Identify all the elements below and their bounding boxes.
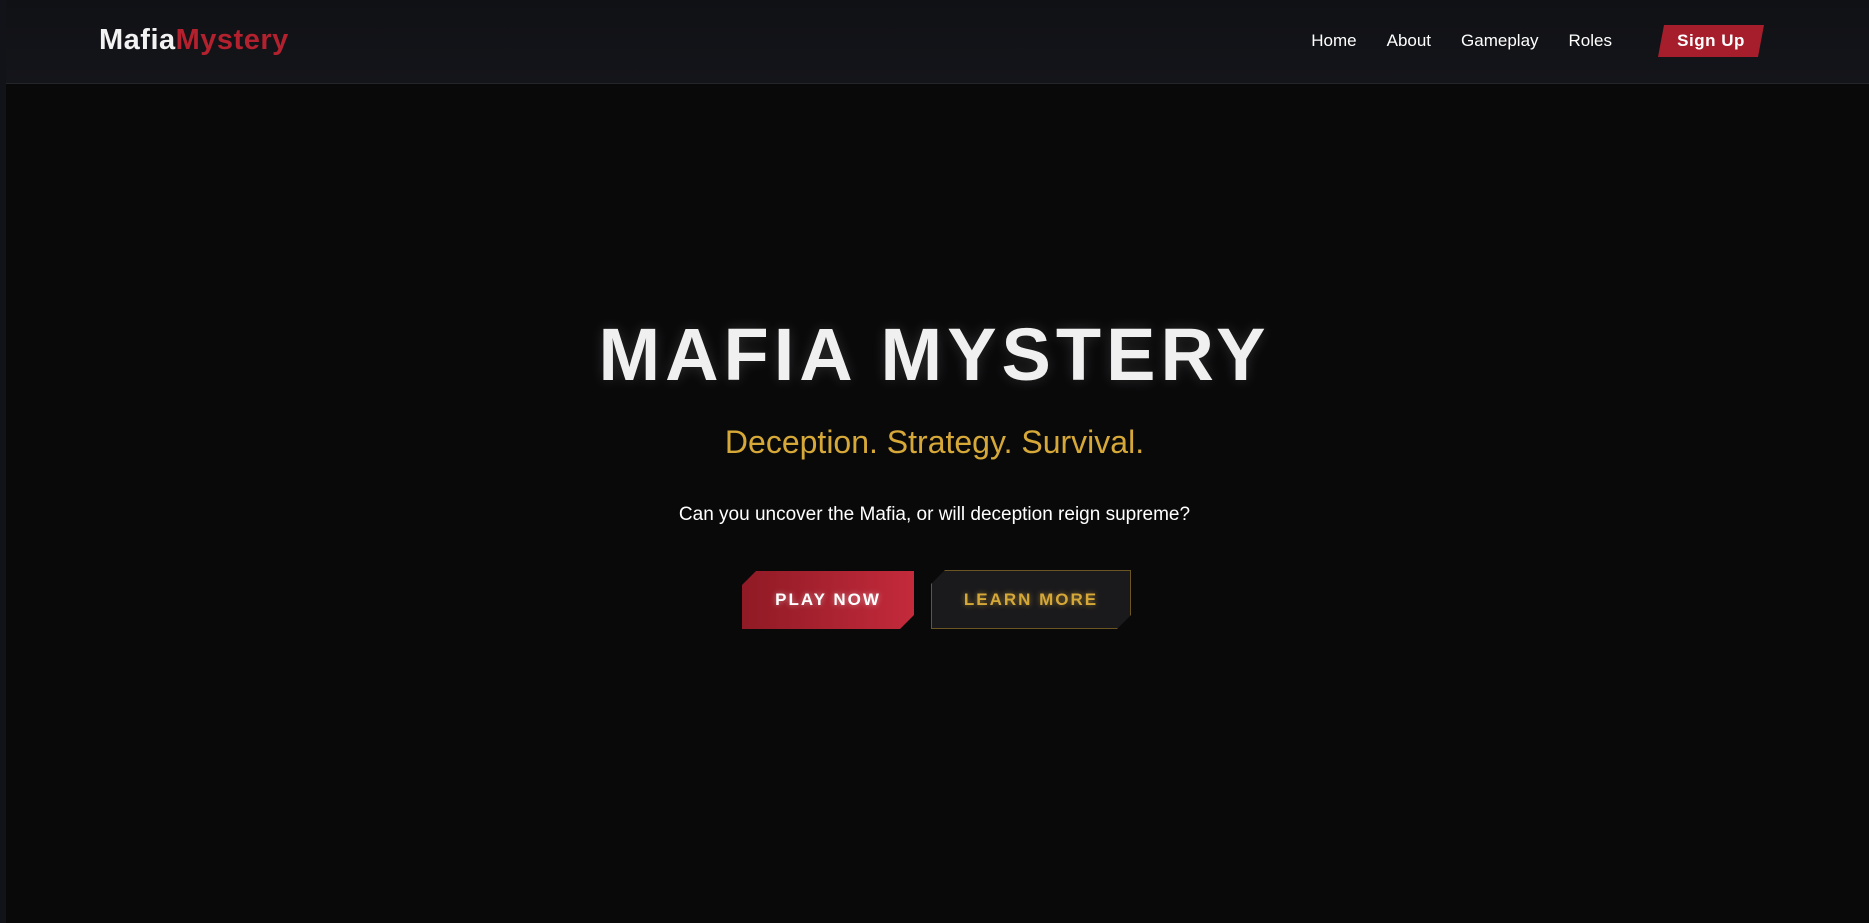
hero-title: MAFIA MYSTERY bbox=[598, 313, 1271, 396]
hero-description: Can you uncover the Mafia, or will decep… bbox=[678, 504, 1191, 525]
logo[interactable]: MafiaMystery bbox=[99, 22, 289, 58]
nav-link-about[interactable]: About bbox=[1387, 29, 1431, 53]
learn-more-button[interactable]: LEARN MORE bbox=[931, 570, 1131, 629]
nav-link-roles[interactable]: Roles bbox=[1569, 29, 1612, 53]
logo-text-mafia: Mafia bbox=[99, 24, 176, 56]
play-now-button[interactable]: PLAY NOW bbox=[742, 571, 914, 629]
nav-link-home[interactable]: Home bbox=[1311, 29, 1356, 53]
navbar: MafiaMystery Home About Gameplay Roles S… bbox=[6, 0, 1869, 84]
page: MafiaMystery Home About Gameplay Roles S… bbox=[0, 0, 1869, 923]
nav-link-gameplay[interactable]: Gameplay bbox=[1461, 29, 1538, 53]
nav-links: Home About Gameplay Roles bbox=[1311, 29, 1612, 53]
sign-up-button[interactable]: Sign Up bbox=[1658, 25, 1764, 57]
logo-text-mystery: Mystery bbox=[175, 24, 289, 56]
hero-tagline: Deception. Strategy. Survival. bbox=[724, 424, 1145, 460]
